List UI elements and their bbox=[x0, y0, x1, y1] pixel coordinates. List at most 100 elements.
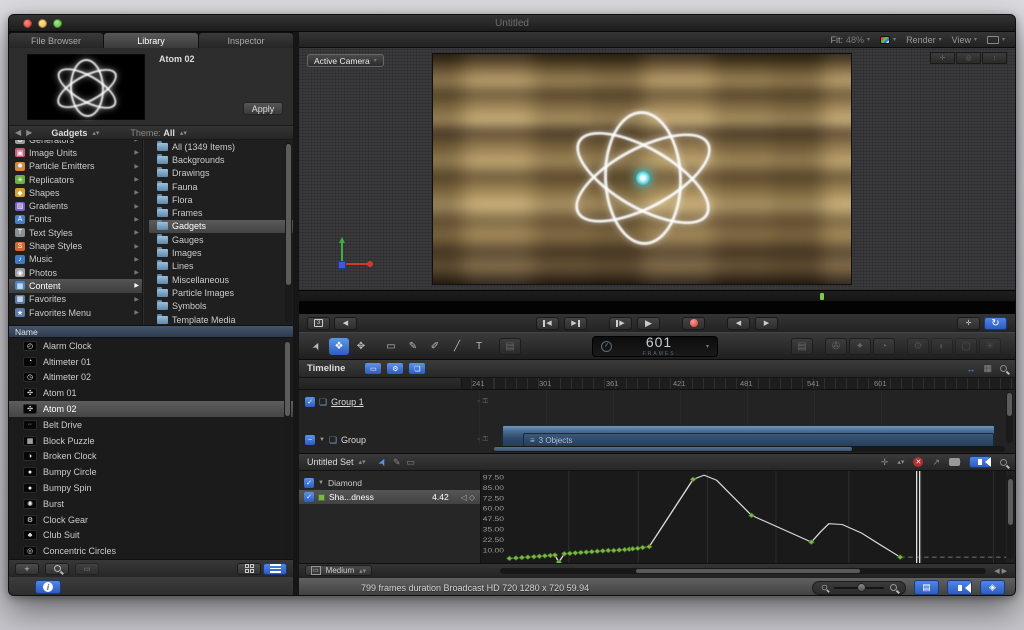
mask-mini-icon[interactable]: ▫ bbox=[477, 436, 479, 444]
sidebar-item-photos[interactable]: ◉Photos▶ bbox=[9, 266, 142, 279]
new-light-button[interactable]: ✦ bbox=[849, 338, 871, 355]
project-pane-button[interactable]: ▤ bbox=[791, 338, 813, 355]
particles-button[interactable]: ✳ bbox=[979, 338, 1001, 355]
sidebar-item-favorites[interactable]: ▦Favorites▶ bbox=[9, 293, 142, 306]
show-keyframe-editor-button[interactable]: ◈ bbox=[980, 580, 1005, 595]
icon-view-button[interactable] bbox=[237, 563, 261, 575]
audio-toggle-button[interactable] bbox=[969, 456, 991, 468]
items-scrollbar[interactable] bbox=[284, 340, 291, 557]
behaviors-button[interactable]: ⚙ bbox=[907, 338, 929, 355]
apply-button[interactable]: Apply bbox=[243, 102, 283, 115]
list-item-altimeter-01[interactable]: ◔Altimeter 01 bbox=[9, 354, 293, 370]
sidebar-item-fonts[interactable]: AFonts▶ bbox=[9, 213, 142, 226]
list-item-bumpy-spin[interactable]: ●Bumpy Spin bbox=[9, 480, 293, 496]
show-keyframes-button[interactable]: ❏ bbox=[409, 363, 425, 374]
keyframe-point[interactable] bbox=[536, 554, 542, 559]
parameter-row-diamond[interactable]: ✓ ▼ Diamond bbox=[299, 476, 480, 490]
timeline-hscrollbar[interactable] bbox=[494, 446, 1005, 452]
lock-mini-icon[interactable]: ⚿ bbox=[483, 436, 488, 444]
curve-set-dropdown[interactable]: Untitled Set ▴▾ bbox=[307, 457, 366, 467]
forward-icon[interactable]: ▶ bbox=[26, 128, 32, 137]
group-checkbox[interactable]: − bbox=[305, 435, 315, 445]
text-tool[interactable]: T bbox=[469, 338, 489, 355]
folder-gauges[interactable]: Gauges bbox=[149, 233, 293, 246]
keyframe-point[interactable] bbox=[646, 544, 652, 549]
keyframe-point[interactable] bbox=[589, 549, 595, 554]
group1-checkbox[interactable]: ✓ bbox=[305, 397, 315, 407]
goto-end-button[interactable]: ▶ bbox=[564, 317, 587, 330]
interpolation-dropdown[interactable]: ▭ Medium ▴▾ bbox=[305, 565, 372, 576]
keyframe-diamond-icon[interactable]: ◇ bbox=[469, 493, 475, 502]
sidebar-item-content[interactable]: ▦Content▶ bbox=[9, 279, 142, 292]
folder-gadgets[interactable]: Gadgets bbox=[149, 220, 293, 233]
expand-timeline-button[interactable]: ✛ bbox=[957, 317, 980, 330]
snap-stepper-icon[interactable]: ▴▾ bbox=[897, 458, 904, 466]
diamond-checkbox[interactable]: ✓ bbox=[304, 478, 314, 488]
keyframe-graph[interactable]: 97.5085.0072.5060.0047.5035.0022.5010.00 bbox=[481, 471, 1006, 563]
show-audio-tracks-button[interactable]: ⚙ bbox=[387, 363, 403, 374]
folder-images[interactable]: Images bbox=[149, 246, 293, 259]
keyframe-zoom-icon[interactable] bbox=[1000, 459, 1007, 466]
timeline-row-group1[interactable]: ✓ ❏ Group 1 ▫⚿ bbox=[299, 392, 1005, 412]
objects-bar[interactable]: ≡ 3 Objects bbox=[523, 433, 994, 447]
timeline-zoom-icon[interactable] bbox=[1000, 365, 1007, 372]
back-icon[interactable]: ◀ bbox=[15, 128, 21, 137]
play-button[interactable]: ▶ bbox=[637, 317, 660, 330]
sidebar-item-favorites-menu[interactable]: ★Favorites Menu▶ bbox=[9, 306, 142, 319]
preview-toggle-button[interactable]: ▭ bbox=[75, 563, 99, 575]
list-item-clock-gear[interactable]: ⚙Clock Gear bbox=[9, 512, 293, 528]
keyframe-point[interactable] bbox=[506, 556, 512, 561]
keyframe-curve[interactable] bbox=[509, 475, 900, 562]
previous-keyframe-icon[interactable]: ◁ bbox=[461, 493, 467, 502]
name-column-header[interactable]: Name bbox=[9, 326, 293, 338]
record-button[interactable] bbox=[682, 317, 705, 330]
location-dropdown[interactable]: Gadgets bbox=[51, 128, 87, 138]
keyframe-point[interactable] bbox=[635, 546, 641, 551]
list-item-burst[interactable]: ✺Burst bbox=[9, 496, 293, 512]
list-item-atom-01[interactable]: ✣Atom 01 bbox=[9, 385, 293, 401]
keyframe-point[interactable] bbox=[600, 548, 606, 553]
group1-label[interactable]: Group 1 bbox=[331, 397, 364, 407]
sidebar-item-music[interactable]: ♪Music▶ bbox=[9, 253, 142, 266]
zoom-out-icon[interactable] bbox=[822, 585, 828, 591]
play-from-start-button[interactable]: ▶ bbox=[609, 317, 632, 330]
keyframe-point[interactable] bbox=[531, 554, 537, 559]
timeline-zoom-control[interactable] bbox=[812, 581, 906, 595]
folder-drawings[interactable]: Drawings bbox=[149, 167, 293, 180]
folder-particle-images[interactable]: Particle Images bbox=[149, 286, 293, 299]
active-camera-button[interactable]: Active Camera ▾ bbox=[307, 54, 384, 67]
disclosure-icon[interactable]: ▼ bbox=[319, 437, 325, 443]
keyframe-point[interactable] bbox=[640, 545, 646, 550]
filmstrip-icon[interactable]: ▦ bbox=[983, 363, 992, 374]
lock-mini-icon[interactable]: ⚿ bbox=[483, 398, 488, 406]
keyframe-point[interactable] bbox=[611, 548, 617, 553]
shadedness-value[interactable]: 4.42 bbox=[432, 492, 449, 502]
list-item-atom-02[interactable]: ✣Atom 02 bbox=[9, 401, 293, 417]
list-item-belt-drive[interactable]: ∙∙Belt Drive bbox=[9, 417, 293, 433]
sidebar-item-replicators[interactable]: ✳Replicators▶ bbox=[9, 173, 142, 186]
marker-back-button[interactable]: ◀ bbox=[334, 317, 357, 330]
search-button[interactable] bbox=[45, 563, 69, 575]
list-item-block-puzzle[interactable]: ▦Block Puzzle bbox=[9, 433, 293, 449]
folder-backgrounds[interactable]: Backgrounds bbox=[149, 153, 293, 166]
show-frame-button[interactable]: 3 bbox=[307, 317, 330, 330]
goto-start-button[interactable]: ◀ bbox=[536, 317, 559, 330]
new-media-button[interactable]: ◔ bbox=[873, 338, 895, 355]
folder-template-media[interactable]: Template Media bbox=[149, 313, 293, 325]
pan-tool[interactable]: ✥ bbox=[351, 338, 371, 355]
render-dropdown[interactable]: Render ▾ bbox=[906, 35, 942, 45]
keyframe-vscrollbar[interactable] bbox=[1007, 475, 1014, 559]
snap-icon[interactable]: ✛ bbox=[881, 457, 889, 468]
list-item-club-suit[interactable]: ♣Club Suit bbox=[9, 528, 293, 544]
folder-all-1349-items[interactable]: All (1349 Items) bbox=[149, 140, 293, 153]
keyframe-point[interactable] bbox=[542, 553, 548, 558]
box-select-tool[interactable]: ▭ bbox=[407, 457, 416, 468]
shadedness-checkbox[interactable]: ✓ bbox=[304, 492, 314, 502]
keyframe-point[interactable] bbox=[519, 555, 525, 560]
dolly-view-button[interactable]: ↕ bbox=[982, 52, 1007, 64]
zoom-slider[interactable] bbox=[834, 587, 884, 589]
list-item-altimeter-02[interactable]: ◷Altimeter 02 bbox=[9, 370, 293, 386]
folder-frames[interactable]: Frames bbox=[149, 206, 293, 219]
keyframe-curve-svg[interactable]: 97.5085.0072.5060.0047.5035.0022.5010.00 bbox=[481, 471, 1006, 563]
display-dropdown[interactable]: ▾ bbox=[987, 36, 1005, 44]
